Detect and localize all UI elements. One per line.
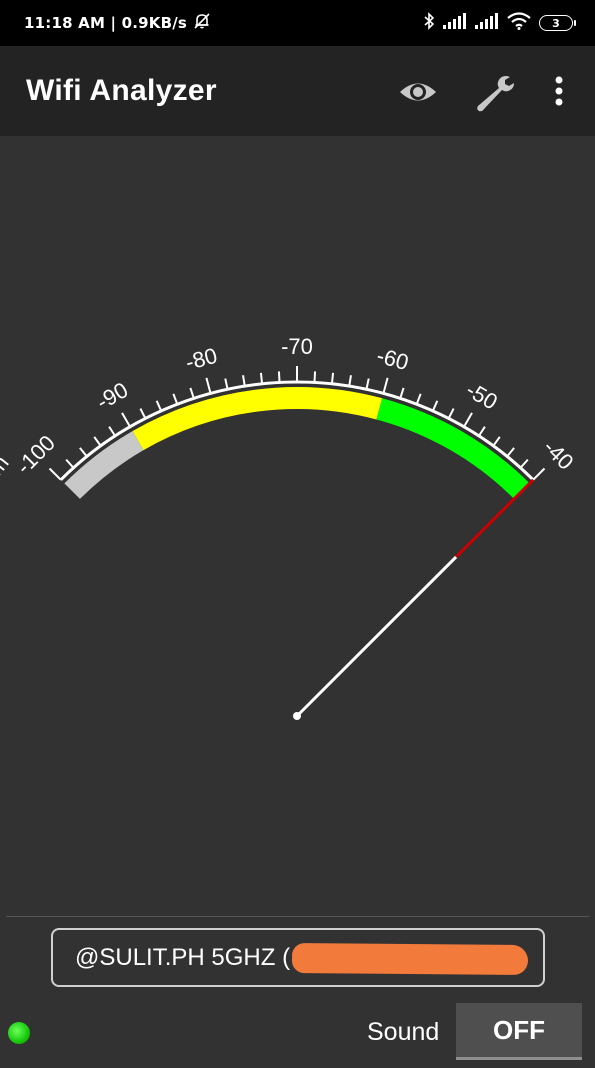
gauge-tick-label: -70 — [281, 334, 313, 359]
network-name: @SULIT.PH 5GHZ ( — [75, 943, 291, 971]
overflow-menu-icon[interactable] — [553, 76, 565, 111]
gauge-minor-tick — [93, 436, 102, 447]
gauge-major-tick — [532, 467, 546, 481]
gauge-tick-label: -80 — [183, 343, 220, 375]
muted-bell-icon — [193, 12, 211, 34]
signal-icon-2 — [475, 13, 499, 33]
battery-level: 3 — [552, 16, 560, 30]
gauge-band-0 — [64, 431, 144, 500]
gauge-minor-tick — [330, 372, 335, 384]
gauge-minor-tick — [79, 447, 88, 458]
gauge-minor-tick — [108, 426, 116, 437]
gauge-minor-tick — [506, 447, 515, 458]
status-bar: 11:18 AM | 0.9KB/s 3 — [0, 0, 595, 46]
divider — [6, 916, 589, 917]
gauge-major-tick — [463, 412, 473, 428]
status-time-speed: 11:18 AM | 0.9KB/s — [24, 14, 188, 32]
status-indicator-dot — [8, 1022, 30, 1044]
gauge-minor-tick — [277, 371, 281, 383]
gauge-minor-tick — [447, 408, 455, 419]
gauge-unit-label: dBm — [0, 451, 14, 502]
gauge-major-tick — [205, 377, 212, 394]
gauge-minor-tick — [415, 393, 422, 405]
redaction-mark — [291, 942, 529, 976]
gauge-minor-tick — [399, 387, 405, 399]
gauge-minor-tick — [478, 426, 486, 437]
gauge-major-tick — [121, 412, 131, 428]
wifi-icon — [507, 12, 531, 34]
gauge-minor-tick — [65, 458, 75, 469]
gauge-minor-tick — [155, 400, 163, 412]
gauge-needle — [295, 555, 458, 718]
gauge-minor-tick — [189, 387, 195, 399]
signal-gauge: -100 -90 -80 -70 -60 -50 -40 dBm — [0, 136, 595, 916]
gauge-major-tick — [382, 377, 389, 394]
gauge-minor-tick — [348, 375, 352, 387]
gauge-svg: -100-90-80 -70 -60-50-40dBm — [0, 334, 578, 720]
wrench-icon[interactable] — [472, 72, 516, 117]
gauge-minor-tick — [172, 393, 179, 405]
gauge-tick-label: -50 — [462, 377, 502, 415]
eye-icon[interactable] — [398, 77, 438, 112]
status-right: 3 — [423, 12, 576, 34]
gauge-minor-tick — [224, 378, 229, 390]
gauge-needle-tip — [455, 478, 535, 558]
gauge-minor-tick — [519, 458, 529, 469]
gauge-minor-tick — [313, 371, 317, 383]
sound-toggle-label: OFF — [493, 1014, 545, 1045]
signal-icon-1 — [443, 13, 467, 33]
sound-toggle-button[interactable]: OFF — [456, 1003, 582, 1060]
gauge-minor-tick — [259, 372, 264, 384]
sound-label: Sound — [367, 1018, 440, 1046]
gauge-minor-tick — [365, 378, 370, 390]
gauge-minor-tick — [139, 408, 147, 419]
gauge-tick-label: -60 — [374, 343, 411, 375]
gauge-major-tick — [48, 467, 62, 481]
gauge-minor-tick — [242, 375, 246, 387]
bluetooth-icon — [423, 12, 435, 34]
gauge-tick-label: -90 — [92, 377, 132, 415]
gauge-minor-tick — [431, 400, 439, 412]
gauge-minor-tick — [492, 436, 501, 447]
app-title: Wifi Analyzer — [26, 74, 217, 107]
status-left: 11:18 AM | 0.9KB/s — [24, 12, 211, 34]
gauge-pivot — [293, 712, 301, 720]
battery-icon: 3 — [539, 15, 576, 31]
